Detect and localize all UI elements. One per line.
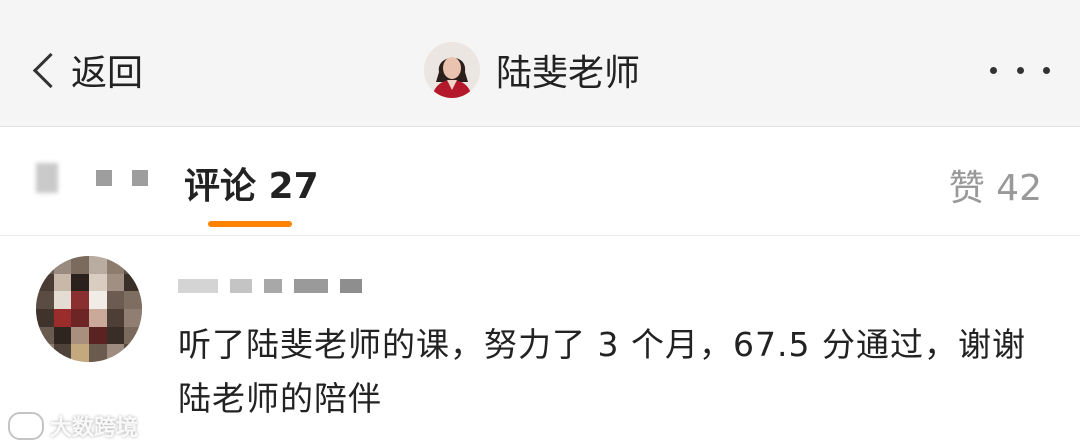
back-button[interactable]: 返回 [28, 44, 143, 96]
back-label: 返回 [71, 53, 144, 94]
watermark-label: 大数跨境 [50, 416, 139, 441]
user-avatar-icon [424, 42, 480, 98]
tab-comments[interactable]: 评论 27 [184, 157, 319, 209]
comment-body: 听了陆斐老师的课，努力了 3 个月，67.5 分通过，谢谢陆老师的陪伴 [178, 325, 1026, 418]
obscured-glyph [294, 279, 328, 293]
active-tab-indicator [208, 221, 292, 227]
watermark-logo-icon [8, 412, 44, 440]
obscured-glyph [264, 279, 282, 293]
more-options-button[interactable] [990, 62, 1050, 78]
tab-bar: 评论 27 赞 42 [0, 127, 1080, 236]
profile-title[interactable]: 陆斐老师 [424, 40, 640, 100]
obscured-glyph [36, 163, 58, 193]
ellipsis-icon-dot [1043, 66, 1050, 74]
tab-likes[interactable]: 赞 42 [949, 159, 1042, 211]
commenter-avatar[interactable] [36, 256, 142, 362]
obscured-glyph [96, 170, 112, 186]
obscured-glyph [230, 279, 252, 293]
navigation-bar: 返回 陆斐老师 [0, 0, 1080, 127]
watermark: 大数跨境 [8, 410, 138, 442]
page-title: 陆斐老师 [496, 53, 641, 94]
ellipsis-icon-dot [990, 66, 997, 74]
ellipsis-icon-dot [1016, 66, 1024, 74]
chevron-left-icon [32, 52, 69, 88]
avatar[interactable] [424, 42, 480, 98]
obscured-glyph [132, 170, 148, 186]
tab-repost-obscured[interactable] [36, 163, 148, 193]
obscured-glyph [340, 279, 362, 293]
obscured-glyph [178, 279, 218, 293]
commenter-name-obscured[interactable] [178, 268, 378, 304]
